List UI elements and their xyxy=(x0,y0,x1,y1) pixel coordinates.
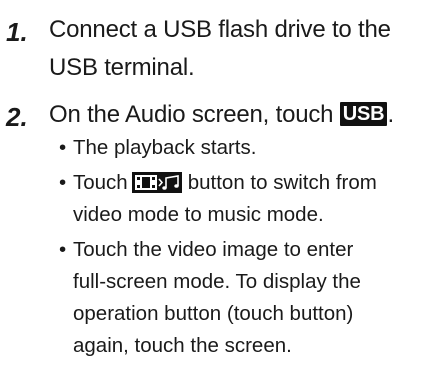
bullet-line: operation button (touch button) xyxy=(73,302,354,325)
bullet-item: • Touch button to switch from video mode … xyxy=(59,167,440,231)
bullet-item: • The playback starts. xyxy=(59,132,440,164)
bullet-line: Touch the video image to enter xyxy=(73,238,354,261)
bullet-dot: • xyxy=(59,238,67,261)
step-number: 1. xyxy=(6,17,28,47)
step-2-text-before: On the Audio screen, touch xyxy=(49,101,340,128)
bullet-text-after-icon: button to switch from xyxy=(187,171,377,194)
usb-key-label: USB xyxy=(339,102,388,126)
step-2-line-1: On the Audio screen, touch USB. xyxy=(49,96,440,134)
bullet-line: again, touch the screen. xyxy=(73,334,292,357)
step-2-text-after: . xyxy=(387,101,394,128)
bullet-line: The playback starts. xyxy=(73,136,257,159)
step-1-line-1: Connect a USB flash drive to the xyxy=(49,16,391,43)
step-2-bullets: • The playback starts. • Touch button to … xyxy=(59,132,440,365)
bullet-item: • Touch the video image to enter full-sc… xyxy=(59,234,440,362)
step-1-line-2: USB terminal. xyxy=(49,54,195,81)
bullet-line: video mode to music mode. xyxy=(73,203,324,226)
bullet-dot: • xyxy=(59,136,67,159)
step-number: 2. xyxy=(6,102,28,132)
step-1-text: Connect a USB flash drive to the USB ter… xyxy=(49,11,440,87)
step-2-text: On the Audio screen, touch USB. xyxy=(49,96,440,134)
bullet-line: full-screen mode. To display the xyxy=(73,270,361,293)
bullet-text-before-icon: Touch xyxy=(73,171,128,194)
video-music-switch-icon xyxy=(131,171,182,193)
bullet-line: Touch button to switch from xyxy=(73,167,440,199)
bullet-dot: • xyxy=(59,171,67,194)
